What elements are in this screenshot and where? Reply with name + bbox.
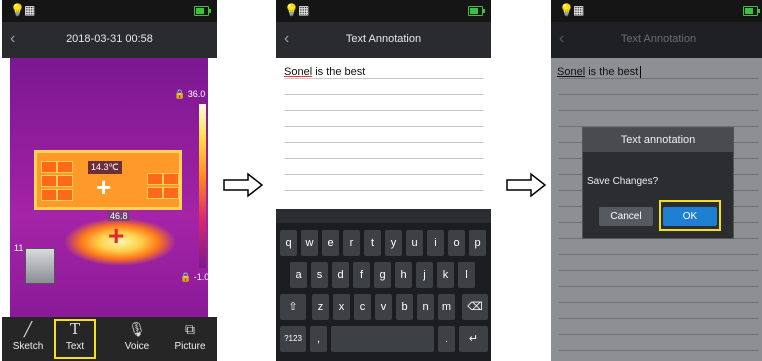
key-k[interactable]: k [437,262,454,288]
hot-spot-marker-icon: + [108,220,125,251]
visual-thumbnail[interactable] [25,248,55,284]
lightbulb-icon: 💡 [10,3,25,17]
tool-sketch[interactable]: ╱ Sketch [6,317,50,361]
center-crosshair-icon: + [96,172,112,202]
key-w[interactable]: w [301,230,318,256]
scale-max: 🔒 36.0 [174,89,206,99]
ok-button-highlight [659,200,721,231]
cancel-button[interactable]: Cancel [599,207,653,226]
page-title: Text Annotation [620,33,697,45]
header: ‹ Text Annotation [551,22,762,58]
period-key[interactable]: . [438,326,455,352]
annotation-toolbar: ╱ Sketch T Text 🎙 Voice ⧉ Picture [2,317,217,361]
key-x[interactable]: x [333,294,350,320]
key-s[interactable]: s [311,262,328,288]
tool-voice[interactable]: 🎙 Voice [115,317,159,361]
keyboard-row-3: ⇧ ⌫ zxcvbnm [276,294,491,320]
note-text: Sonel is the best [284,66,366,78]
space-key[interactable] [331,326,434,352]
gallery-icon: ▦ [573,3,585,17]
lightbulb-icon: 💡 [559,3,574,17]
key-d[interactable]: d [332,262,349,288]
note-editor[interactable] [276,58,491,208]
key-i[interactable]: i [427,230,444,256]
tool-picture[interactable]: ⧉ Picture [168,317,212,361]
symbols-key[interactable]: ?123 [280,326,306,352]
selected-tool-highlight [54,319,96,359]
key-v[interactable]: v [375,294,392,320]
key-y[interactable]: y [385,230,402,256]
battery-icon [743,6,760,16]
save-dialog-screen: 💡 ▦ ‹ Text Annotation Sonel is the best … [551,0,762,361]
key-o[interactable]: o [448,230,465,256]
key-e[interactable]: e [322,230,339,256]
enter-key-icon[interactable]: ↵ [459,326,488,352]
key-f[interactable]: f [353,262,370,288]
gallery-icon: ▦ [24,3,36,17]
microphone-icon: 🎙 [128,321,146,337]
on-screen-keyboard: qwertyuiop asdfghjkl ⇧ ⌫ zxcvbnm ?123 , … [276,209,491,361]
key-j[interactable]: j [416,262,433,288]
key-h[interactable]: h [395,262,412,288]
key-n[interactable]: n [417,294,434,320]
key-p[interactable]: p [469,230,486,256]
text-annotation-screen: 💡 ▦ ‹ Text Annotation Sonel is the best … [276,0,491,361]
datetime: 2018-03-31 00:58 [66,33,153,45]
key-z[interactable]: z [312,294,329,320]
battery-icon [468,6,485,16]
gallery-icon: ▦ [298,3,310,17]
temperature-scale-bar [199,104,206,268]
keyboard-row-4: ?123 , . ↵ [276,326,491,352]
next-step-arrow-icon [506,172,547,198]
key-q[interactable]: q [280,230,297,256]
header: ‹ Text Annotation [276,22,491,58]
lightbulb-icon: 💡 [284,3,299,17]
key-t[interactable]: t [364,230,381,256]
side-value: 11 [14,243,24,253]
keyboard-row-1: qwertyuiop [276,230,491,256]
key-a[interactable]: a [290,262,307,288]
dialog-message: Save Changes? [587,176,659,187]
next-step-arrow-icon [223,172,264,198]
comma-key[interactable]: , [310,326,327,352]
header: ‹ 2018-03-31 00:58 [2,22,217,58]
backspace-key-icon[interactable]: ⌫ [462,294,488,320]
status-bar: 💡 ▦ [551,0,762,22]
keyboard-row-2: asdfghjkl [276,262,491,288]
dialog-title: Text annotation [583,128,733,152]
scale-min: 🔒 -1.0 [180,272,210,282]
page-title: Text Annotation [345,33,422,45]
key-b[interactable]: b [396,294,413,320]
key-c[interactable]: c [354,294,371,320]
status-bar: 💡 ▦ [276,0,491,22]
picture-icon: ⧉ [185,321,195,337]
key-m[interactable]: m [438,294,455,320]
key-u[interactable]: u [406,230,423,256]
note-text: Sonel is the best [557,66,642,78]
key-r[interactable]: r [343,230,360,256]
battery-icon [194,6,211,16]
key-g[interactable]: g [374,262,391,288]
shift-key-icon[interactable]: ⇧ [280,294,306,320]
thermal-view-screen: 💡 ▦ ‹ 2018-03-31 00:58 🔒 36.0 🔒 -1.0 14.… [2,0,217,361]
key-l[interactable]: l [458,262,475,288]
status-bar: 💡 ▦ [2,0,217,22]
pencil-icon: ╱ [23,321,33,337]
